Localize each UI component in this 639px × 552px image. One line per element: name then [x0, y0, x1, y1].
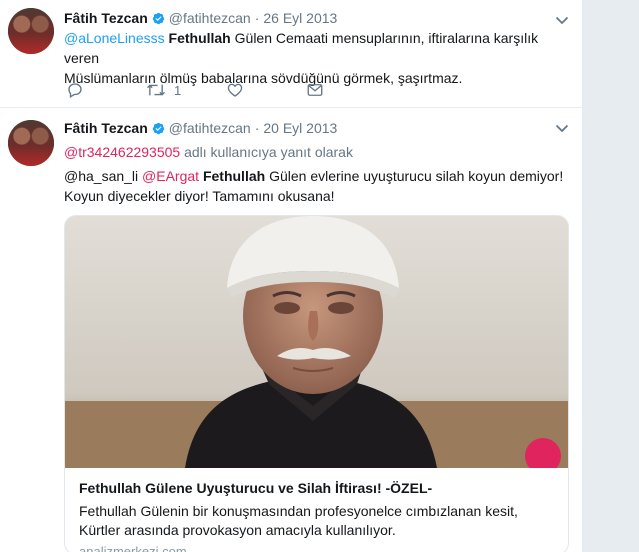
- timeline-feed: Fâtih Tezcan @fatihtezcan · 26 Eyl 2013 …: [0, 0, 582, 552]
- direct-message-button[interactable]: [306, 80, 324, 100]
- tweet-timestamp[interactable]: 20 Eyl 2013: [263, 120, 337, 136]
- card-domain[interactable]: analizmerkezi.com: [79, 544, 556, 552]
- bold-keyword: Fethullah: [168, 30, 231, 46]
- tweet-actions: 1: [64, 80, 364, 100]
- tweet-text: @ha_san_li @EArgat Fethullah Gülen evler…: [64, 166, 564, 206]
- retweet-icon: [147, 84, 165, 96]
- separator-dot: ·: [254, 10, 260, 26]
- tweet-header: Fâtih Tezcan @fatihtezcan · 20 Eyl 2013: [64, 118, 337, 138]
- chevron-down-icon[interactable]: [554, 120, 570, 136]
- card-body: Fethullah Gülene Uyuşturucu ve Silah İft…: [65, 468, 568, 552]
- reply-icon: [68, 83, 82, 98]
- reply-to-user-link[interactable]: @tr342462293505: [64, 144, 180, 160]
- avatar[interactable]: [8, 8, 54, 54]
- author-name[interactable]: Fâtih Tezcan: [64, 120, 148, 136]
- card-title[interactable]: Fethullah Gülene Uyuşturucu ve Silah İft…: [79, 478, 556, 498]
- reply-to-suffix: adlı kullanıcıya yanıt olarak: [180, 144, 353, 160]
- reply-context: @tr342462293505 adlı kullanıcıya yanıt o…: [64, 142, 564, 162]
- reply-button[interactable]: [66, 80, 84, 100]
- tweet-header: Fâtih Tezcan @fatihtezcan · 26 Eyl 2013: [64, 8, 337, 28]
- page-background-right: [582, 0, 639, 552]
- like-icon: [227, 83, 243, 97]
- card-image[interactable]: [65, 216, 568, 468]
- card-description: Fethullah Gülenin bir konuşmasından prof…: [79, 502, 556, 540]
- author-name[interactable]: Fâtih Tezcan: [64, 10, 148, 26]
- verified-badge-icon: [152, 122, 164, 134]
- avatar[interactable]: [8, 120, 54, 166]
- chevron-down-icon[interactable]: [554, 12, 570, 28]
- card-photo: [65, 216, 568, 468]
- verified-badge-icon: [152, 12, 164, 24]
- mention-link[interactable]: @EArgat: [142, 168, 199, 184]
- tweet-text-line1: Gülen evlerine uyuşturucu silah koyun de…: [265, 168, 564, 184]
- mention-link[interactable]: @aLoneLinesss: [64, 30, 165, 46]
- tweet-timestamp[interactable]: 26 Eyl 2013: [263, 10, 337, 26]
- card-description-line2: Kürtler arasında provokasyon amacıyla ku…: [79, 522, 396, 538]
- bold-keyword: Fethullah: [202, 168, 266, 184]
- message-icon: [307, 84, 323, 96]
- tweet[interactable]: Fâtih Tezcan @fatihtezcan · 26 Eyl 2013 …: [0, 0, 582, 108]
- retweet-button[interactable]: 1: [146, 80, 181, 100]
- card-description-line1: Fethullah Gülenin bir konuşmasından prof…: [79, 503, 518, 519]
- author-handle[interactable]: @fatihtezcan: [169, 10, 251, 26]
- tweet-text: @aLoneLinesss Fethullah Gülen Cemaati me…: [64, 28, 564, 88]
- retweet-count: 1: [174, 82, 182, 98]
- author-handle[interactable]: @fatihtezcan: [169, 120, 251, 136]
- separator-dot: ·: [254, 120, 260, 136]
- tweet-text-line2: Koyun diyecekler diyor! Tamamını okusana…: [64, 188, 335, 204]
- like-button[interactable]: [226, 80, 244, 100]
- mention-text[interactable]: @ha_san_li: [64, 168, 138, 184]
- link-card[interactable]: Fethullah Gülene Uyuşturucu ve Silah İft…: [64, 215, 569, 552]
